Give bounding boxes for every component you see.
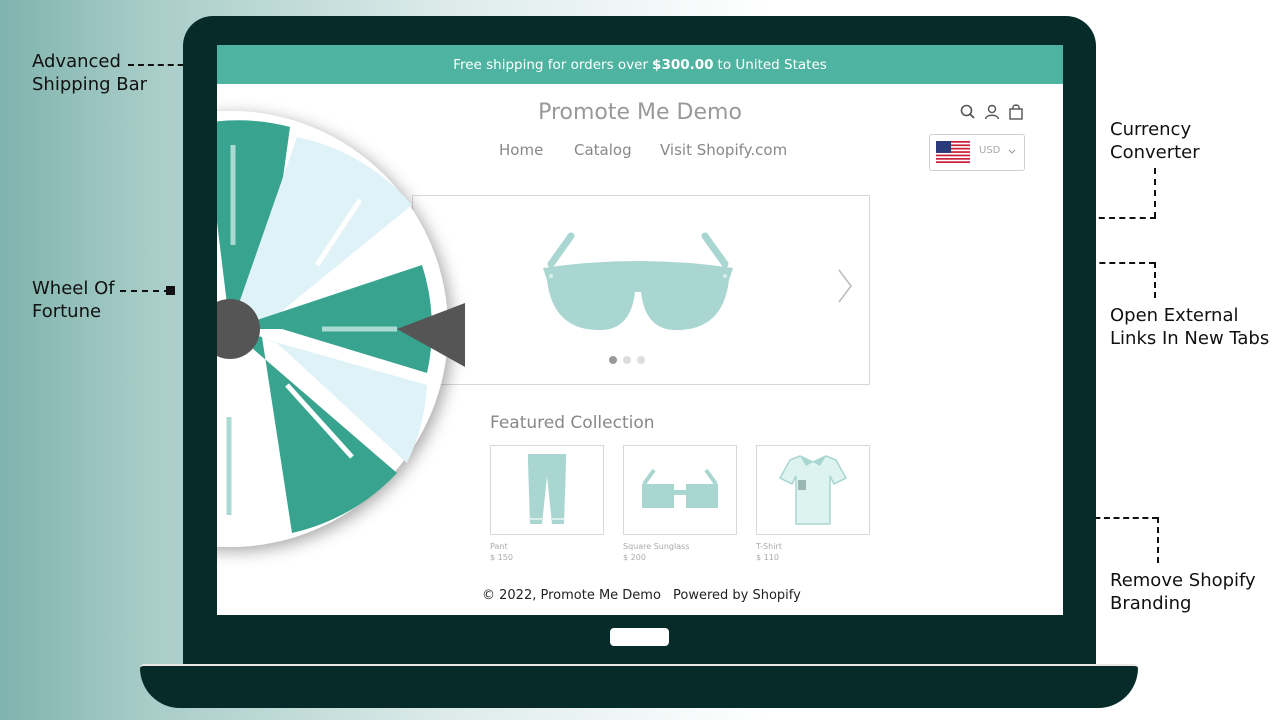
footer-powered-by[interactable]: Powered by Shopify	[673, 588, 801, 603]
chevron-down-icon	[1008, 149, 1016, 154]
laptop-notch	[610, 628, 669, 646]
us-flag-icon	[936, 141, 970, 163]
product-card-pant[interactable]	[490, 445, 604, 535]
wheel-center	[217, 299, 260, 359]
product-price: $ 110	[756, 553, 779, 562]
product-name[interactable]: Square Sunglass	[623, 542, 689, 551]
t-shirt-image	[778, 455, 848, 525]
product-card-t-shirt[interactable]	[756, 445, 870, 535]
pant-image	[528, 454, 566, 524]
nav-home[interactable]: Home	[499, 141, 543, 159]
connector-currency-v	[1154, 168, 1156, 218]
connector-links-v2	[1154, 262, 1156, 298]
connector-branding-v1	[1157, 517, 1159, 563]
nav-catalog[interactable]: Catalog	[574, 141, 632, 159]
callout-currency: Currency Converter	[1110, 119, 1200, 163]
wheel-segment	[230, 329, 427, 463]
shipping-bar: Free shipping for orders over $300.00 to…	[217, 45, 1063, 84]
callout-wheel: Wheel Of Fortune	[32, 278, 115, 322]
wheel-segment	[230, 137, 412, 329]
slider-dot[interactable]	[623, 356, 631, 364]
shipping-country: to United States	[717, 56, 827, 73]
callout-branding: Remove Shopify Branding	[1110, 570, 1256, 614]
wheel-segment	[230, 329, 397, 533]
sunglasses-image	[543, 232, 733, 331]
shipping-text: Free shipping for orders over	[453, 56, 649, 73]
bag-icon[interactable]	[1007, 103, 1025, 121]
product-price: $ 150	[490, 553, 513, 562]
wheel-segment	[217, 120, 290, 329]
search-icon[interactable]	[959, 103, 977, 121]
store-screen: Free shipping for orders over $300.00 to…	[217, 45, 1063, 615]
hero-slider[interactable]	[412, 195, 870, 385]
connector-wheel	[120, 290, 170, 292]
currency-selector[interactable]: USD	[929, 134, 1025, 171]
product-card-square-sunglass[interactable]	[623, 445, 737, 535]
user-icon[interactable]	[983, 103, 1001, 121]
slider-dot[interactable]	[637, 356, 645, 364]
wheel-segment	[230, 265, 432, 373]
store-title[interactable]: Promote Me Demo	[217, 100, 1063, 125]
square-sunglass-image	[642, 468, 718, 508]
slider-dot-active[interactable]	[609, 356, 617, 364]
currency-code: USD	[979, 145, 1001, 156]
laptop-base	[140, 664, 1138, 708]
product-name[interactable]: T-Shirt	[756, 542, 782, 551]
callout-shipping-bar: Advanced Shipping Bar	[32, 51, 148, 95]
product-name[interactable]: Pant	[490, 542, 508, 551]
connector-end	[166, 286, 175, 295]
product-price: $ 200	[623, 553, 646, 562]
footer-copyright: © 2022, Promote Me Demo	[482, 588, 661, 603]
shipping-amount: $300.00	[652, 56, 714, 73]
nav-visit-shopify[interactable]: Visit Shopify.com	[660, 141, 787, 159]
callout-external-links: Open External Links In New Tabs	[1110, 305, 1270, 349]
featured-collection-title: Featured Collection	[490, 413, 655, 433]
chevron-right-icon[interactable]	[835, 266, 855, 306]
